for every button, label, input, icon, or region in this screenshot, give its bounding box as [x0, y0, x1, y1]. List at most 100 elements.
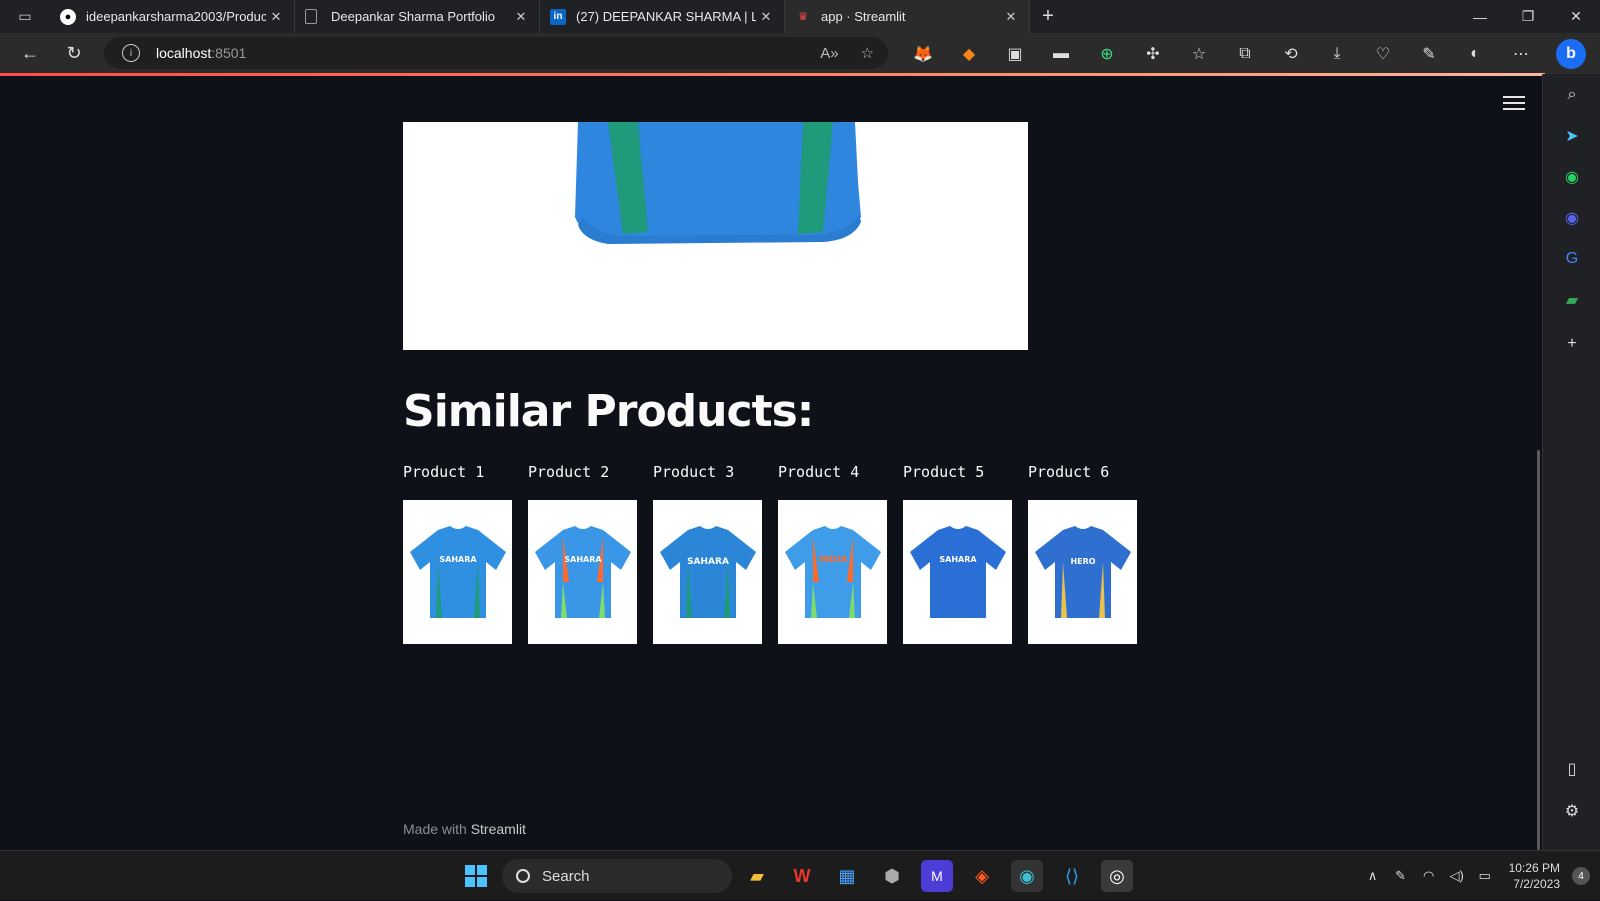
search-icon[interactable]: ⌕	[1557, 80, 1587, 110]
more-options-icon[interactable]: ⋯	[1498, 33, 1544, 74]
wifi-icon[interactable]: ◠	[1417, 868, 1441, 884]
browser-tab-bar: ▭ ● ideepankarsharma2003/Product ✕ Deepa…	[0, 0, 1600, 33]
downloads-icon[interactable]: ⤓	[1314, 33, 1360, 74]
brave-browser-icon[interactable]: ◈	[966, 860, 998, 892]
new-tab-button[interactable]: +	[1030, 0, 1066, 33]
streamlit-link[interactable]: Streamlit	[471, 821, 526, 837]
send-icon[interactable]: ➤	[1557, 121, 1587, 151]
copilot-edit-icon[interactable]: ✎	[1406, 33, 1452, 74]
profile-avatar[interactable]: ◐	[1452, 33, 1498, 74]
chat-icon[interactable]: ▰	[1557, 285, 1587, 315]
tab-title: app · Streamlit	[821, 9, 906, 24]
screen-extension-icon[interactable]: ▣	[992, 33, 1038, 74]
product-image: SAHARA	[528, 500, 637, 644]
tab-linkedin[interactable]: in (27) DEEPANKAR SHARMA | Link ✕	[540, 0, 785, 33]
close-icon[interactable]: ✕	[266, 9, 286, 25]
app-m-icon[interactable]: M	[921, 860, 953, 892]
jersey-thumbnail: INDIA	[784, 526, 881, 618]
tab-portfolio[interactable]: Deepankar Sharma Portfolio ✕	[295, 0, 540, 33]
restore-button[interactable]: ❐	[1504, 0, 1552, 33]
linkedin-icon: in	[550, 8, 566, 25]
add-icon[interactable]: +	[1557, 329, 1587, 359]
refresh-button[interactable]: ↻	[52, 33, 96, 74]
menu-icon[interactable]	[1503, 94, 1525, 112]
windows-taskbar: Search ▰ W ▦ ⬢ M ◈ ◉ ⟨⟩ ◎ ∧ ✎ ◠ ◁) ▭ 10:…	[0, 850, 1600, 900]
streamlit-app: Similar Products: Product 1 Product 2 Pr…	[0, 76, 1541, 850]
close-icon[interactable]: ✕	[756, 9, 776, 25]
jersey-thumbnail: SAHARA	[534, 526, 631, 618]
volume-icon[interactable]: ◁)	[1445, 868, 1469, 884]
product-label: Product 2	[528, 463, 610, 481]
battery-icon[interactable]: ▭	[1473, 868, 1497, 884]
microsoft-store-icon[interactable]: ▦	[831, 860, 863, 892]
add-extension-icon[interactable]: ⊕	[1084, 33, 1130, 74]
search-icon	[516, 869, 530, 883]
uploaded-product-image	[403, 122, 1028, 350]
start-button[interactable]	[460, 860, 492, 892]
sidebar-toggle-icon[interactable]: ▯	[1557, 754, 1587, 784]
url-host: localhost	[156, 45, 212, 61]
browser-toolbar: ← ↻ i localhost:8501 A» ☆ 🦊 ◆ ▣ ▬ ⊕ ✣ ☆ …	[0, 33, 1600, 74]
notification-badge[interactable]: 4	[1572, 867, 1590, 885]
document-icon	[305, 9, 317, 24]
fox-extension-icon[interactable]: ◆	[946, 33, 992, 74]
favorite-star-icon[interactable]: ☆	[861, 44, 874, 62]
dark-extension-icon[interactable]: ▬	[1038, 33, 1084, 74]
collections-icon[interactable]: ⧉	[1222, 33, 1268, 74]
page-scrollbar[interactable]	[1537, 450, 1540, 850]
product-image: SAHARA	[403, 500, 512, 644]
close-icon[interactable]: ✕	[1001, 9, 1021, 25]
site-info-icon[interactable]: i	[122, 44, 140, 62]
back-button[interactable]: ←	[8, 33, 52, 74]
close-icon[interactable]: ✕	[511, 9, 531, 25]
discord-icon[interactable]: ◉	[1557, 203, 1587, 233]
extensions-icon[interactable]: ✣	[1130, 33, 1176, 74]
minimize-button[interactable]: —	[1456, 0, 1504, 33]
product-label: Product 3	[653, 463, 735, 481]
windows-logo-icon	[465, 865, 487, 887]
footer-prefix: Made with	[403, 821, 467, 837]
read-aloud-icon[interactable]: A»	[820, 45, 838, 62]
jersey-thumbnail: SAHARA	[409, 526, 506, 618]
url-port: :8501	[211, 45, 247, 61]
tab-github[interactable]: ● ideepankarsharma2003/Product ✕	[50, 0, 295, 33]
product-label: Product 4	[778, 463, 860, 481]
jersey-sponsor-text: SAHARA	[939, 555, 977, 564]
jersey-sponsor-text: SAHARA	[439, 555, 477, 564]
streamlit-icon: ♛	[798, 11, 808, 23]
jersey-sponsor-text: INDIA	[818, 555, 847, 565]
jersey-sponsor-text: HERO	[1070, 557, 1095, 566]
metamask-extension-icon[interactable]: 🦊	[900, 33, 946, 74]
chevron-up-icon[interactable]: ∧	[1361, 868, 1385, 884]
search-label: Search	[542, 867, 590, 885]
file-explorer-icon[interactable]: ▰	[741, 860, 773, 892]
favorites-icon[interactable]: ☆	[1176, 33, 1222, 74]
product-label: Product 5	[903, 463, 985, 481]
jersey-thumbnail: SAHARA	[909, 526, 1006, 618]
jersey-thumbnail: HERO	[1034, 526, 1131, 618]
streamlit-footer: Made with Streamlit	[403, 821, 526, 837]
app-circle-icon[interactable]: ◎	[1101, 860, 1133, 892]
vscode-icon[interactable]: ⟨⟩	[1056, 860, 1088, 892]
product-image: SAHARA	[903, 500, 1012, 644]
tab-title: (27) DEEPANKAR SHARMA | Link	[576, 9, 756, 24]
settings-icon[interactable]: ⚙	[1557, 796, 1587, 826]
system-tray: ∧ ✎ ◠ ◁) ▭ 10:26 PM 7/2/2023 4	[1359, 851, 1590, 901]
history-icon[interactable]: ⟲	[1268, 33, 1314, 74]
address-bar[interactable]: i localhost:8501 A» ☆	[104, 37, 888, 69]
bing-chat-button[interactable]: b	[1542, 33, 1600, 74]
tab-title: Deepankar Sharma Portfolio	[331, 9, 496, 24]
wps-office-icon[interactable]: W	[786, 860, 818, 892]
app-hexagon-icon[interactable]: ⬢	[876, 860, 908, 892]
tab-streamlit-app[interactable]: ♛ app · Streamlit ✕	[785, 0, 1030, 33]
clock[interactable]: 10:26 PM 7/2/2023	[1509, 860, 1560, 892]
github-icon: ●	[60, 8, 76, 25]
tab-actions-icon[interactable]: ▭	[0, 0, 50, 33]
whatsapp-icon[interactable]: ◉	[1557, 162, 1587, 192]
close-window-button[interactable]: ✕	[1552, 0, 1600, 33]
translate-icon[interactable]: G	[1557, 244, 1587, 274]
pen-icon[interactable]: ✎	[1389, 868, 1413, 884]
edge-browser-icon[interactable]: ◉	[1011, 860, 1043, 892]
performance-icon[interactable]: ♡	[1360, 33, 1406, 74]
taskbar-search[interactable]: Search	[502, 859, 732, 893]
